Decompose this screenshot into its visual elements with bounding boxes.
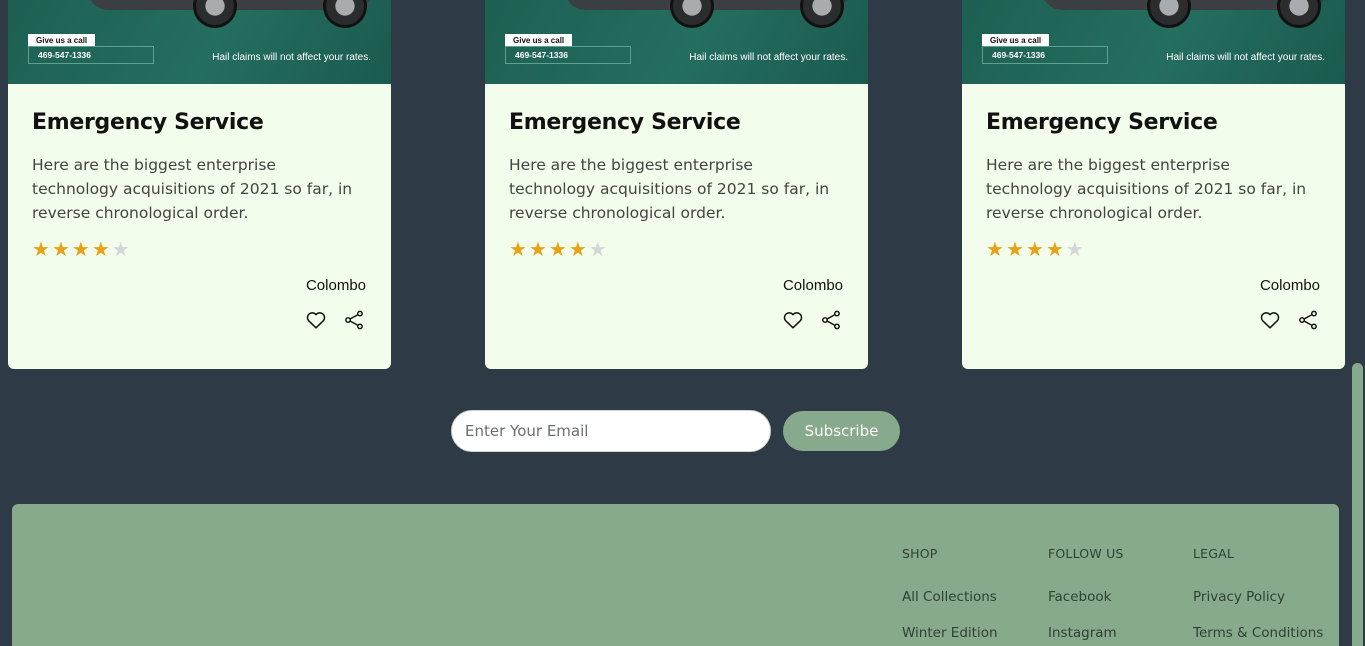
heart-icon[interactable] — [305, 309, 327, 331]
star-icon: ★ — [91, 237, 110, 261]
star-rating: ★ ★ ★ ★ ★ — [32, 239, 367, 261]
footer-column-legal: LEGAL Privacy Policy Terms & Conditions — [1193, 546, 1323, 641]
footer-link-winter-edition[interactable]: Winter Edition — [902, 625, 998, 641]
star-icon: ★ — [32, 237, 50, 261]
share-icon[interactable] — [343, 309, 365, 331]
subscribe-button[interactable]: Subscribe — [783, 411, 900, 451]
promo-note: Hail claims will not affect your rates. — [689, 52, 848, 63]
card-location: Colombo — [1259, 277, 1320, 294]
star-icon: ★ — [509, 237, 527, 261]
star-rating: ★ ★ ★ ★ ★ — [509, 239, 844, 261]
promo-note: Hail claims will not affect your rates. — [212, 52, 371, 63]
footer-link-facebook[interactable]: Facebook — [1048, 589, 1124, 605]
promo-phone: 469-547-1336 — [505, 46, 631, 64]
car-wheel — [670, 0, 714, 28]
star-icon: ★ — [528, 237, 547, 261]
card-description: Here are the biggest enterprise technolo… — [32, 156, 353, 222]
car-wheel — [800, 0, 844, 28]
card-title: Emergency Service — [986, 110, 1218, 135]
card-banner-image: Give us a call 469-547-1336 Hail claims … — [8, 0, 391, 84]
card-title: Emergency Service — [509, 110, 741, 135]
promo-note: Hail claims will not affect your rates. — [1166, 52, 1325, 63]
star-icon: ★ — [568, 237, 587, 261]
card-title: Emergency Service — [32, 110, 264, 135]
car-wheel — [1277, 0, 1321, 28]
email-input[interactable] — [451, 410, 771, 452]
star-icon: ★ — [588, 237, 607, 261]
card-banner-image: Give us a call 469-547-1336 Hail claims … — [485, 0, 868, 84]
card-actions — [509, 309, 844, 331]
heart-icon[interactable] — [1259, 309, 1281, 331]
card-description: Here are the biggest enterprise technolo… — [986, 156, 1307, 222]
service-card[interactable]: Give us a call 469-547-1336 Hail claims … — [485, 0, 868, 369]
scrollbar-thumb[interactable] — [1352, 363, 1363, 646]
star-icon: ★ — [1045, 237, 1064, 261]
footer-link-instagram[interactable]: Instagram — [1048, 625, 1124, 641]
card-actions — [32, 309, 367, 331]
card-location: Colombo — [305, 277, 366, 294]
service-card[interactable]: Give us a call 469-547-1336 Hail claims … — [8, 0, 391, 369]
star-icon: ★ — [1025, 237, 1044, 261]
star-rating: ★ ★ ★ ★ ★ — [986, 239, 1321, 261]
star-icon: ★ — [51, 237, 70, 261]
card-description: Here are the biggest enterprise technolo… — [509, 156, 830, 222]
footer-heading: LEGAL — [1193, 546, 1235, 561]
promo-phone: 469-547-1336 — [982, 46, 1108, 64]
star-icon: ★ — [1065, 237, 1084, 261]
footer-link-terms-conditions[interactable]: Terms & Conditions — [1193, 625, 1323, 641]
service-card[interactable]: Give us a call 469-547-1336 Hail claims … — [962, 0, 1345, 369]
site-footer: SHOP All Collections Winter Edition FOLL… — [12, 504, 1339, 646]
car-wheel — [323, 0, 367, 28]
service-card-list: Give us a call 469-547-1336 Hail claims … — [0, 0, 1365, 370]
car-wheel — [193, 0, 237, 28]
share-icon[interactable] — [1297, 309, 1319, 331]
card-location: Colombo — [782, 277, 843, 294]
footer-heading: SHOP — [902, 546, 938, 561]
star-icon: ★ — [986, 237, 1004, 261]
footer-link-privacy-policy[interactable]: Privacy Policy — [1193, 589, 1323, 605]
card-actions — [986, 309, 1321, 331]
footer-heading: FOLLOW US — [1048, 546, 1124, 561]
promo-phone: 469-547-1336 — [28, 46, 154, 64]
heart-icon[interactable] — [782, 309, 804, 331]
newsletter-form: Subscribe — [451, 410, 900, 452]
car-wheel — [1147, 0, 1191, 28]
star-icon: ★ — [1005, 237, 1024, 261]
footer-link-all-collections[interactable]: All Collections — [902, 589, 998, 605]
star-icon: ★ — [548, 237, 567, 261]
share-icon[interactable] — [820, 309, 842, 331]
star-icon: ★ — [71, 237, 90, 261]
footer-column-shop: SHOP All Collections Winter Edition — [902, 546, 998, 641]
footer-column-follow-us: FOLLOW US Facebook Instagram — [1048, 546, 1124, 641]
card-banner-image: Give us a call 469-547-1336 Hail claims … — [962, 0, 1345, 84]
star-icon: ★ — [111, 237, 130, 261]
